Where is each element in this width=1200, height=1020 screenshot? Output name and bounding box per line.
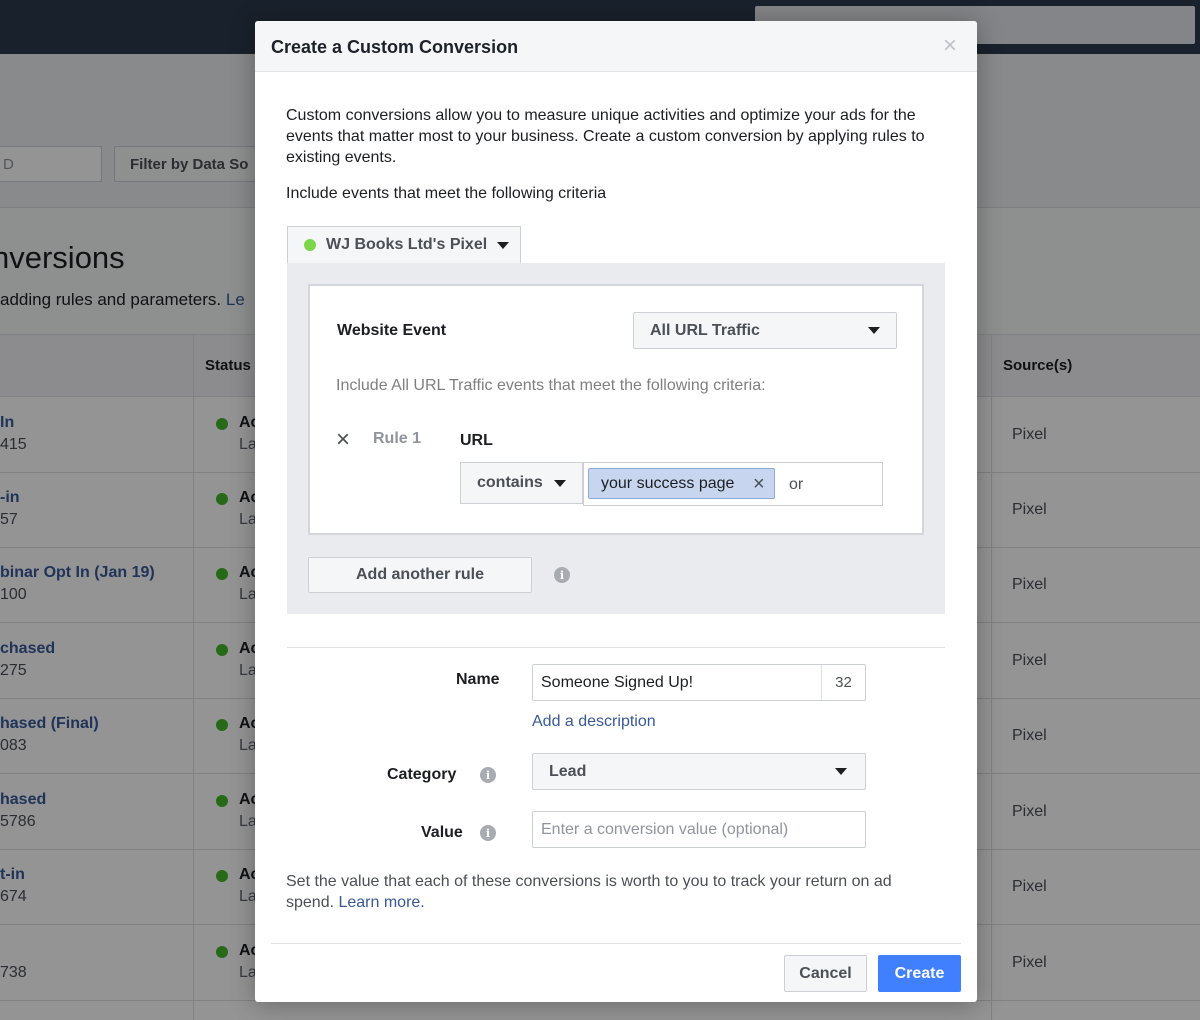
add-description-link[interactable]: Add a description: [532, 713, 656, 731]
website-event-label: Website Event: [337, 322, 447, 339]
conversion-name-field[interactable]: Someone Signed Up! 32: [532, 664, 866, 701]
caret-down-icon: [497, 241, 510, 249]
rule-label: Rule 1: [373, 430, 422, 447]
website-event-select[interactable]: All URL Traffic: [633, 312, 897, 349]
url-token-input[interactable]: your success page × or: [583, 462, 883, 506]
include-events-text: Include All URL Traffic events that meet…: [336, 377, 766, 394]
category-label: Category: [387, 766, 457, 783]
category-value: Lead: [549, 762, 587, 780]
or-text: or: [789, 476, 804, 493]
close-icon[interactable]: ×: [943, 34, 957, 58]
website-event-value: All URL Traffic: [650, 321, 760, 339]
dialog-header: Create a Custom Conversion ×: [255, 21, 977, 72]
rule-operator-select[interactable]: contains: [460, 462, 583, 504]
create-custom-conversion-dialog: Create a Custom Conversion × Custom conv…: [255, 21, 977, 1002]
conversion-value-input[interactable]: [532, 811, 866, 848]
value-label: Value: [421, 824, 463, 841]
caret-down-icon: [835, 768, 847, 775]
info-icon[interactable]: i: [480, 767, 496, 783]
url-token: your success page ×: [588, 468, 775, 499]
learn-more-link[interactable]: Learn more.: [338, 894, 424, 911]
cancel-button[interactable]: Cancel: [784, 955, 867, 992]
conversion-name-value[interactable]: Someone Signed Up!: [533, 674, 821, 692]
divider: [287, 647, 945, 648]
pixel-selector-label: WJ Books Ltd's Pixel: [326, 236, 488, 253]
caret-down-icon: [868, 327, 880, 334]
add-another-rule-button[interactable]: Add another rule: [308, 557, 532, 593]
url-token-text: your success page: [601, 474, 735, 492]
criteria-text: Include events that meet the following c…: [286, 185, 607, 202]
dialog-title: Create a Custom Conversion: [271, 37, 519, 57]
info-icon[interactable]: i: [480, 825, 496, 841]
remove-rule-icon[interactable]: ×: [336, 428, 350, 452]
divider: [271, 943, 961, 944]
caret-down-icon: [554, 479, 566, 487]
value-help-text: Set the value that each of these convers…: [286, 871, 926, 913]
create-button[interactable]: Create: [878, 955, 961, 992]
info-icon[interactable]: i: [554, 567, 570, 583]
rule-builder: Website Event All URL Traffic Include Al…: [287, 263, 945, 614]
url-label: URL: [460, 432, 493, 449]
remove-token-icon[interactable]: ×: [753, 473, 765, 496]
category-select[interactable]: Lead: [532, 753, 866, 790]
character-count: 32: [821, 665, 865, 700]
pixel-status-dot-icon: [304, 239, 316, 251]
dialog-intro-text: Custom conversions allow you to measure …: [286, 107, 925, 166]
rule-operator-value: contains: [477, 474, 543, 491]
pixel-selector[interactable]: WJ Books Ltd's Pixel: [287, 226, 521, 263]
name-label: Name: [456, 671, 500, 688]
rule-box: Website Event All URL Traffic Include Al…: [308, 284, 924, 535]
